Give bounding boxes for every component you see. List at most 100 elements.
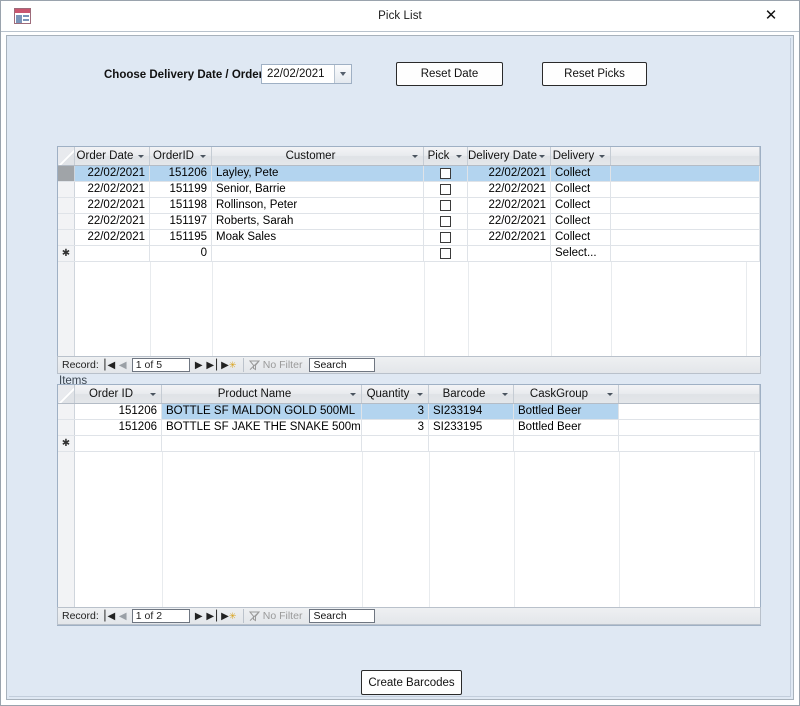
orders-table-row[interactable]: 22/02/2021 151195 Moak Sales 22/02/2021 Coll…: [58, 230, 760, 246]
items-new-record-button[interactable]: ▶✳: [220, 610, 238, 622]
items-column-header[interactable]: Product Name: [162, 385, 362, 403]
row-selector[interactable]: ✱: [58, 436, 75, 451]
orders-cell-delivery[interactable]: Collect: [551, 214, 611, 229]
orders-cell-delivery-date[interactable]: 22/02/2021: [468, 230, 551, 245]
items-new-row[interactable]: ✱: [58, 436, 760, 452]
orders-column-header[interactable]: Customer: [212, 147, 424, 165]
orders-cell-delivery[interactable]: Collect: [551, 166, 611, 181]
orders-first-record-button[interactable]: ⎮◀: [102, 360, 116, 371]
orders-cell-delivery-date[interactable]: 22/02/2021: [468, 198, 551, 213]
items-record-position[interactable]: 1 of 2: [131, 609, 190, 623]
orders-cell-delivery[interactable]: Collect: [551, 182, 611, 197]
orders-table-row[interactable]: 22/02/2021 151198 Rollinson, Peter 22/02/20…: [58, 198, 760, 214]
orders-new-row[interactable]: ✱ 0 Select...: [58, 246, 760, 262]
orders-cell-delivery[interactable]: Collect: [551, 230, 611, 245]
orders-next-record-button[interactable]: ▶: [192, 360, 206, 371]
orders-cell-delivery[interactable]: Collect: [551, 198, 611, 213]
orders-cell-delivery[interactable]: Select...: [551, 246, 611, 261]
delivery-date-combo[interactable]: 22/02/2021: [261, 64, 352, 84]
orders-cell-order-id[interactable]: 151199: [150, 182, 212, 197]
items-cell-quantity[interactable]: 3: [362, 404, 429, 419]
orders-datasheet[interactable]: Order Date OrderID Customer Pick Delivery Da…: [57, 146, 761, 374]
orders-table-row[interactable]: 22/02/2021 151206 Layley, Pete 22/02/2021 Co…: [58, 166, 760, 182]
orders-column-header[interactable]: Pick: [424, 147, 468, 165]
pick-checkbox[interactable]: [440, 216, 451, 227]
chevron-down-icon[interactable]: [453, 154, 464, 158]
items-cell-cask-group[interactable]: Bottled Beer: [514, 420, 619, 435]
items-empty-area[interactable]: [58, 452, 760, 625]
items-next-record-button[interactable]: ▶: [192, 611, 206, 622]
orders-column-header[interactable]: Order Date: [75, 147, 150, 165]
pick-checkbox[interactable]: [440, 168, 451, 179]
row-selector[interactable]: [58, 182, 75, 197]
orders-cell-pick[interactable]: [424, 214, 468, 229]
orders-table-row[interactable]: 22/02/2021 151197 Roberts, Sarah 22/02/2021…: [58, 214, 760, 230]
orders-last-record-button[interactable]: ▶⎮: [206, 360, 220, 371]
items-cell-product-name[interactable]: BOTTLE SF MALDON GOLD 500ML: [162, 404, 362, 419]
orders-column-header[interactable]: Delivery Date: [468, 147, 551, 165]
orders-column-header[interactable]: Delivery: [551, 147, 611, 165]
orders-no-filter-button[interactable]: No Filter: [248, 359, 302, 371]
row-selector[interactable]: [58, 214, 75, 229]
chevron-down-icon[interactable]: [409, 154, 420, 158]
orders-cell-customer[interactable]: Moak Sales: [212, 230, 424, 245]
items-cell-cask-group[interactable]: Bottled Beer: [514, 404, 619, 419]
orders-cell-customer[interactable]: Roberts, Sarah: [212, 214, 424, 229]
orders-cell-order-date[interactable]: 22/02/2021: [75, 214, 150, 229]
row-selector[interactable]: [58, 198, 75, 213]
orders-cell-pick[interactable]: [424, 182, 468, 197]
items-cell-barcode[interactable]: SI233194: [429, 404, 514, 419]
pick-checkbox[interactable]: [440, 232, 451, 243]
orders-cell-customer[interactable]: Rollinson, Peter: [212, 198, 424, 213]
items-search-input[interactable]: Search: [309, 609, 376, 623]
items-prev-record-button[interactable]: ◀: [116, 611, 130, 622]
items-column-header[interactable]: Order ID: [75, 385, 162, 403]
orders-cell-pick[interactable]: [424, 246, 468, 261]
items-cell-quantity[interactable]: 3: [362, 420, 429, 435]
orders-cell-pick[interactable]: [424, 198, 468, 213]
row-selector[interactable]: ✱: [58, 246, 75, 261]
chevron-down-icon[interactable]: [596, 154, 607, 158]
items-cell-quantity[interactable]: [362, 436, 429, 451]
row-selector[interactable]: [58, 166, 75, 181]
orders-cell-delivery-date[interactable]: 22/02/2021: [468, 182, 551, 197]
items-first-record-button[interactable]: ⎮◀: [102, 611, 116, 622]
row-selector[interactable]: [58, 404, 75, 419]
orders-cell-order-date[interactable]: 22/02/2021: [75, 230, 150, 245]
items-cell-product-name[interactable]: [162, 436, 362, 451]
orders-cell-delivery-date[interactable]: [468, 246, 551, 261]
orders-search-input[interactable]: Search: [309, 358, 376, 372]
orders-cell-delivery-date[interactable]: 22/02/2021: [468, 166, 551, 181]
orders-cell-customer[interactable]: Layley, Pete: [212, 166, 424, 181]
items-column-header[interactable]: Quantity: [362, 385, 429, 403]
chevron-down-icon[interactable]: [537, 154, 547, 158]
chevron-down-icon[interactable]: [347, 392, 358, 396]
reset-date-button[interactable]: Reset Date: [396, 62, 503, 86]
pick-checkbox[interactable]: [440, 200, 451, 211]
items-cell-product-name[interactable]: BOTTLE SF JAKE THE SNAKE 500ml: [162, 420, 362, 435]
orders-record-position[interactable]: 1 of 5: [131, 358, 190, 372]
pick-checkbox[interactable]: [440, 184, 451, 195]
chevron-down-icon[interactable]: [499, 392, 510, 396]
chevron-down-icon[interactable]: [197, 154, 208, 158]
orders-cell-pick[interactable]: [424, 230, 468, 245]
orders-cell-customer[interactable]: Senior, Barrie: [212, 182, 424, 197]
orders-cell-pick[interactable]: [424, 166, 468, 181]
items-cell-cask-group[interactable]: [514, 436, 619, 451]
orders-cell-order-date[interactable]: 22/02/2021: [75, 166, 150, 181]
orders-cell-order-date[interactable]: 22/02/2021: [75, 182, 150, 197]
chevron-down-icon[interactable]: [147, 392, 158, 396]
orders-column-header[interactable]: OrderID: [150, 147, 212, 165]
chevron-down-icon[interactable]: [334, 65, 351, 83]
items-datasheet[interactable]: Order ID Product Name Quantity Barcode CaskG…: [57, 384, 761, 626]
reset-picks-button[interactable]: Reset Picks: [542, 62, 647, 86]
items-cell-order-id[interactable]: [75, 436, 162, 451]
items-cell-order-id[interactable]: 151206: [75, 420, 162, 435]
items-cell-barcode[interactable]: [429, 436, 514, 451]
orders-table-row[interactable]: 22/02/2021 151199 Senior, Barrie 22/02/2021…: [58, 182, 760, 198]
items-column-header[interactable]: Barcode: [429, 385, 514, 403]
items-record-navigator[interactable]: Record: ⎮◀ ◀ 1 of 2 ▶ ▶⎮ ▶✳ No Filter Se…: [57, 607, 761, 625]
row-selector[interactable]: [58, 230, 75, 245]
orders-cell-order-id[interactable]: 0: [150, 246, 212, 261]
close-icon[interactable]: ✕: [751, 1, 791, 30]
